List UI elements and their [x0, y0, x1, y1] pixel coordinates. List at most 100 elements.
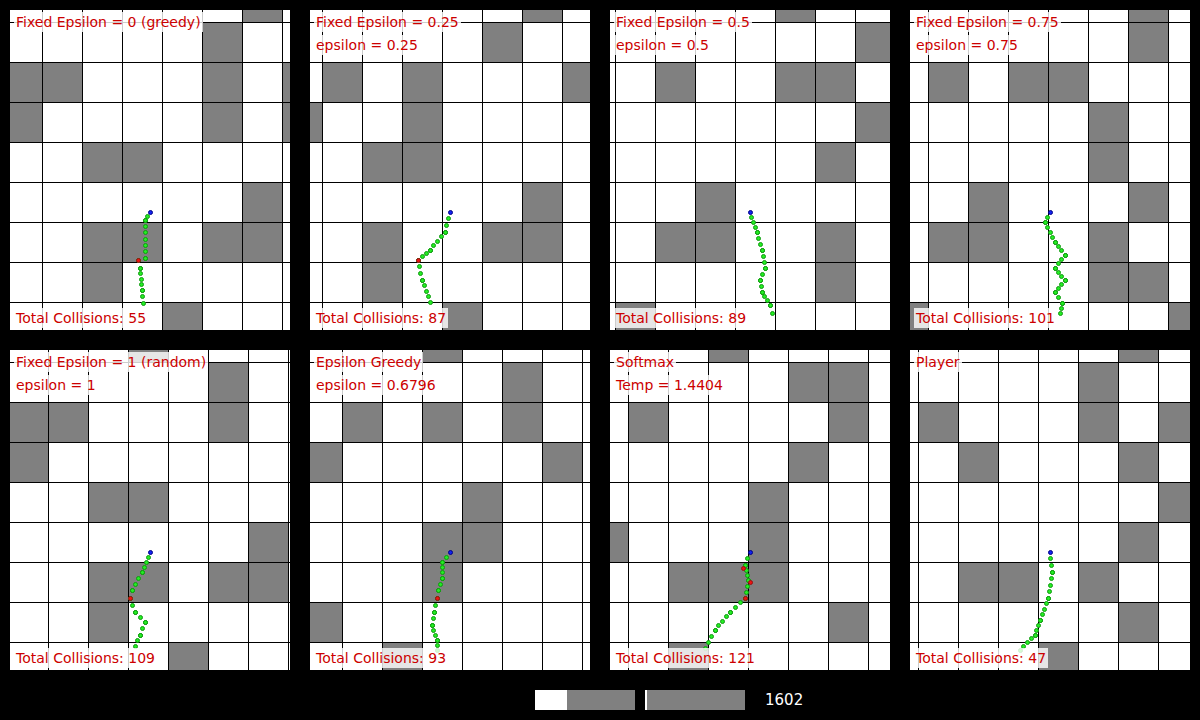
grid-cell — [422, 442, 462, 482]
grid-cell — [1118, 642, 1158, 670]
grid-cell — [998, 482, 1038, 522]
grid-cell — [815, 302, 855, 330]
obstacle-cell — [310, 602, 342, 642]
grid-cell — [918, 442, 958, 482]
grid-cell — [1168, 22, 1190, 62]
path-dot — [760, 272, 765, 277]
grid-cell — [910, 442, 918, 482]
grid-cell — [310, 262, 322, 302]
path-dot — [753, 225, 758, 230]
grid-cell — [542, 602, 582, 642]
grid-cell — [310, 522, 342, 562]
grid-cell — [462, 362, 502, 402]
collision-count: Total Collisions: 109 — [14, 648, 157, 668]
path-dot — [709, 634, 714, 639]
grid-cell — [342, 442, 382, 482]
grid-cell — [382, 562, 422, 602]
grid-cell — [610, 442, 628, 482]
grid-cell — [775, 222, 815, 262]
agent-panel: Fixed Epsilon = 0 (greedy)Total Collisio… — [10, 10, 290, 330]
panel-parameter: epsilon = 0.75 — [914, 35, 1020, 55]
path-dot — [431, 628, 436, 633]
obstacle-cell — [82, 262, 122, 302]
grid-cell — [735, 262, 775, 302]
path-dot — [143, 230, 148, 235]
panel-title: Fixed Epsilon = 0.5 — [614, 12, 752, 32]
grid-cell — [322, 182, 362, 222]
grid-cell — [482, 62, 522, 102]
grid-cell — [1008, 182, 1048, 222]
obstacle-cell — [958, 442, 998, 482]
obstacle-cell — [168, 642, 208, 670]
grid-cell — [868, 642, 890, 670]
grid-cell — [422, 602, 462, 642]
grid-cell — [482, 102, 522, 142]
grid-cell — [1168, 182, 1190, 222]
path-dot — [133, 610, 138, 615]
path-dot — [435, 643, 440, 648]
obstacle-cell — [998, 562, 1038, 602]
grid-cell — [855, 62, 890, 102]
grid-cell — [1008, 142, 1048, 182]
grid-cell — [1078, 522, 1118, 562]
grid-cell — [910, 142, 928, 182]
grid-cell — [708, 522, 748, 562]
grid-cell — [282, 22, 290, 62]
agent-start-dot — [1048, 550, 1053, 555]
obstacle-cell — [815, 222, 855, 262]
grid-cell — [562, 302, 590, 330]
obstacle-cell — [1158, 482, 1190, 522]
grid-cell — [48, 522, 88, 562]
grid-cell — [502, 442, 542, 482]
grid-cell — [482, 10, 522, 22]
grid-cell — [122, 182, 162, 222]
path-dot — [760, 248, 765, 253]
grid-cell — [910, 522, 918, 562]
collision-dot — [748, 580, 753, 585]
grid-cell — [748, 442, 788, 482]
grid-cell — [282, 262, 290, 302]
path-dot — [759, 284, 764, 289]
grid-cell — [868, 442, 890, 482]
grid-cell — [522, 62, 562, 102]
grid-cell — [828, 562, 868, 602]
path-dot — [1049, 563, 1054, 568]
grid-cell — [462, 442, 502, 482]
slider-thumb[interactable] — [645, 690, 647, 710]
grid-cell — [910, 182, 928, 222]
path-dot — [138, 633, 143, 638]
obstacle-cell — [502, 362, 542, 402]
slider[interactable] — [645, 690, 745, 710]
obstacle-cell — [362, 142, 402, 182]
obstacle-cell — [1048, 62, 1088, 102]
collision-dot — [136, 258, 141, 263]
grid-cell — [282, 182, 290, 222]
obstacle-cell — [1008, 62, 1048, 102]
slider[interactable] — [535, 690, 635, 710]
grid-cell — [855, 142, 890, 182]
agent-panel: Fixed Epsilon = 0.5 epsilon = 0.5 Total Co… — [610, 10, 890, 330]
grid-cell — [10, 182, 42, 222]
grid-cell — [958, 602, 998, 642]
grid-cell — [122, 102, 162, 142]
grid-cell — [442, 222, 482, 262]
obstacle-cell — [775, 10, 815, 22]
grid-cell — [202, 262, 242, 302]
path-dot — [724, 614, 729, 619]
panel-parameter: epsilon = 0.5 — [614, 35, 711, 55]
grid-cell — [242, 262, 282, 302]
grid-cell — [1078, 350, 1118, 362]
path-dot — [758, 278, 763, 283]
path-dot — [1043, 220, 1048, 225]
collision-count: Total Collisions: 89 — [614, 308, 748, 328]
grid-cell — [868, 522, 890, 562]
grid-cell — [582, 350, 590, 362]
grid-cell — [868, 482, 890, 522]
collision-dot — [128, 596, 133, 601]
grid-cell — [562, 262, 590, 302]
grid-cell — [1088, 22, 1128, 62]
obstacle-cell — [928, 222, 968, 262]
grid-cell — [542, 562, 582, 602]
obstacle-cell — [655, 222, 695, 262]
grid-cell — [708, 482, 748, 522]
